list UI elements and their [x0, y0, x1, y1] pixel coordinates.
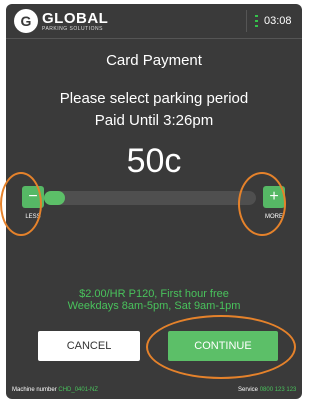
top-bar: G GLOBAL PARKING SOLUTIONS 03:08 [6, 4, 302, 39]
header-divider [246, 10, 247, 32]
annotation-circle-continue [146, 315, 296, 379]
signal-bars-icon [255, 15, 260, 27]
global-logo: G GLOBAL PARKING SOLUTIONS [14, 9, 154, 35]
rate-line-2: Weekdays 8am-5pm, Sat 9am-1pm [67, 300, 241, 312]
paid-until-text: Paid Until 3:26pm [94, 112, 214, 129]
rate-info: $2.00/HR P120, First hour free Weekdays … [6, 288, 302, 312]
brand-name: GLOBAL [42, 10, 109, 27]
annotation-circle-less [0, 172, 42, 236]
service-number: Service 0800 123 123 [238, 387, 297, 393]
logo-badge-icon: G [14, 9, 38, 33]
service-number-value: 0800 123 123 [259, 387, 297, 393]
parking-period-slider[interactable] [44, 191, 256, 205]
machine-number: Machine number CHD_0401-NZ [12, 387, 99, 393]
page-title: Card Payment [106, 52, 202, 69]
instruction-text: Please select parking period [59, 90, 249, 107]
annotation-circle-more [238, 172, 286, 236]
cancel-button[interactable]: CANCEL [38, 331, 140, 361]
rate-line-1: $2.00/HR P120, First hour free [79, 288, 229, 300]
clock: 03:08 [264, 15, 292, 27]
slider-fill [44, 191, 66, 205]
machine-number-value: CHD_0401-NZ [58, 387, 99, 393]
brand-subtitle: PARKING SOLUTIONS [42, 26, 103, 32]
